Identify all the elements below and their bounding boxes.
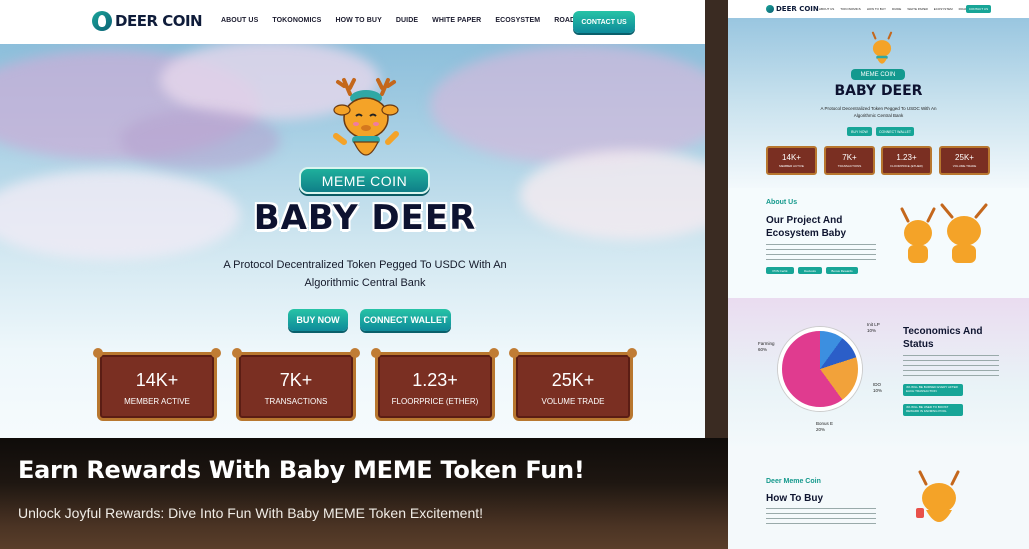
preview-nav-item: WHITE PAPER — [907, 7, 928, 11]
deer-mascot-icon — [333, 78, 399, 156]
tokenomics-pie-chart — [778, 327, 862, 411]
pie-label-init-lp: Init LP 10% — [867, 322, 880, 334]
pie-label-name: Farming — [758, 341, 775, 346]
about-title-line2: Ecosystem Baby — [766, 228, 847, 239]
contact-us-button[interactable]: CONTACT US — [573, 11, 635, 33]
hero-screen: DEER COIN ABOUT US TOKONOMICS HOW TO BUY… — [0, 0, 705, 438]
preview-hero-title: BABY DEER — [834, 83, 923, 99]
howtobuy-paragraph — [766, 508, 876, 526]
preview-meme-coin-badge: MEME COIN — [851, 69, 905, 80]
deer-mascot-icon — [916, 470, 960, 522]
stat-label: MEMBER ACTIVE — [779, 164, 804, 168]
stat-value: 1.23+ — [412, 370, 458, 390]
preview-logo-text: DEER COIN — [776, 5, 819, 13]
about-chip: Bonus Rewards — [826, 267, 858, 274]
stat-label: VOLUME TRADE — [952, 164, 977, 168]
about-paragraph — [766, 244, 876, 262]
pie-label-name: Init LP — [867, 322, 880, 327]
nav-item-ecosystem[interactable]: ECOSYSTEM — [495, 17, 540, 24]
stat-value: 14K+ — [135, 370, 179, 390]
pie-label-pct: 10% — [873, 388, 883, 393]
howtobuy-kicker: Deer Meme Coin — [766, 478, 821, 485]
deer-mascot-icon — [871, 31, 893, 64]
top-navbar: DEER COIN ABOUT US TOKONOMICS HOW TO BUY… — [0, 0, 705, 44]
buy-now-button[interactable]: BUY NOW — [288, 309, 348, 331]
preview-nav-item: ABOUT US — [819, 7, 835, 11]
hero-subtitle: A Protocol Decentralized Token Pegged To… — [223, 259, 507, 289]
stat-value: 7K+ — [279, 370, 313, 390]
stat-card-transactions: 7K+ TRANSACTIONS — [232, 348, 360, 421]
tokenomics-title-line2: Status — [903, 339, 934, 350]
preview-stat-card: 1.23+ FLOORPRICE (ETHER) — [881, 146, 932, 175]
preview-stat-card: 7K+ TRANSACTIONS — [824, 146, 875, 175]
stat-label: MEMBER ACTIVE — [124, 397, 190, 406]
logo-text: DEER COIN — [115, 12, 203, 30]
pie-label-pct: 60% — [758, 347, 768, 352]
stat-card-floorprice: 1.23+ FLOORPRICE (ETHER) — [371, 348, 499, 421]
pie-label-pct: 20% — [816, 427, 826, 432]
connect-wallet-button[interactable]: CONNECT WALLET — [360, 309, 451, 331]
nav-item-duide[interactable]: DUIDE — [396, 17, 418, 24]
stat-label: TRANSACTIONS — [837, 164, 862, 168]
stat-label: FLOORPRICE (ETHER) — [391, 397, 479, 406]
stat-label: FLOORPRICE (ETHER) — [890, 164, 923, 168]
stat-value: 25K+ — [551, 370, 595, 390]
stat-value: 1.23+ — [896, 153, 917, 162]
meme-coin-badge: MEME COIN — [299, 167, 430, 194]
stat-label: VOLUME TRADE — [541, 397, 605, 406]
deer-pair-mascot-icon — [900, 203, 988, 263]
preview-nav-item: TOKONOMICS — [840, 7, 861, 11]
preview-buy-button: BUY NOW — [847, 127, 872, 136]
stat-value: 14K+ — [782, 153, 801, 162]
site-logo[interactable]: DEER COIN — [92, 11, 203, 31]
hero-title: BABY DEER — [253, 198, 477, 238]
stat-card-volume: 25K+ VOLUME TRADE — [509, 348, 637, 421]
stat-card-members: 14K+ MEMBER ACTIVE — [93, 348, 221, 421]
stat-label: TRANSACTIONS — [264, 397, 328, 406]
preview-nav-item: ECOSYSTEM — [933, 7, 953, 11]
about-title-line1: Our Project And — [766, 215, 843, 226]
howtobuy-title: How To Buy — [766, 493, 824, 504]
preview-stat-card: 25K+ VOLUME TRADE — [939, 146, 990, 175]
pie-label-name: Bonus E — [816, 421, 834, 426]
tokenomics-chip-burn: 4% WILL BE BURNED EVERY AFTER EACH TRANS… — [903, 384, 963, 396]
deer-logo-icon — [92, 11, 112, 31]
preview-nav-item: DUIDE — [891, 7, 902, 11]
preview-stat-card: 14K+ MEMBER ACTIVE — [766, 146, 817, 175]
about-chip: POS Certik — [766, 267, 794, 274]
pie-label-pct: 10% — [867, 328, 877, 333]
screenshot-collage: DEER COIN ABOUT US TOKONOMICS HOW TO BUY… — [0, 0, 1029, 549]
tokenomics-chip-reward: 4% WILL BE USED TO BOOST REWARD IN FARMI… — [903, 404, 963, 416]
deer-logo-icon — [766, 5, 774, 13]
caption-tagline: Unlock Joyful Rewards: Dive Into Fun Wit… — [18, 505, 484, 521]
preview-nav-item: HOW TO BUY — [866, 7, 886, 11]
caption-band — [0, 438, 728, 549]
nav-item-tokonomics[interactable]: TOKONOMICS — [272, 17, 321, 24]
nav-menu: ABOUT US TOKONOMICS HOW TO BUY DUIDE WHI… — [221, 17, 607, 24]
pie-label-ido: IDO 10% — [873, 382, 882, 394]
cloud — [430, 45, 705, 165]
pie-label-bonus: Bonus E 20% — [816, 421, 833, 433]
caption-headline: Earn Rewards With Baby MEME Token Fun! — [18, 456, 585, 484]
preview-wallet-button: CONNECT WALLET — [876, 127, 914, 136]
preview-logo: DEER COIN — [766, 5, 819, 13]
nav-item-white-paper[interactable]: WHITE PAPER — [432, 17, 481, 24]
stat-value: 25K+ — [955, 153, 974, 162]
pie-label-name: IDO — [873, 382, 882, 387]
stat-value: 7K+ — [842, 153, 857, 162]
tokenomics-title-line1: Teconomics And — [903, 326, 983, 337]
full-page-preview: DEER COIN ABOUT US TOKONOMICS HOW TO BUY… — [728, 0, 1029, 549]
tokenomics-paragraph — [903, 355, 999, 377]
nav-item-how-to-buy[interactable]: HOW TO BUY — [335, 17, 381, 24]
cloud — [120, 110, 280, 170]
preview-contact-button: CONTACT US — [966, 5, 991, 13]
preview-nav-menu: ABOUT US TOKONOMICS HOW TO BUY DUIDE WHI… — [819, 7, 981, 11]
pie-label-farming: Farming 60% — [758, 341, 775, 353]
preview-hero-subtitle: A Protocol Decentralized Token Pegged To… — [820, 106, 937, 118]
nav-item-about[interactable]: ABOUT US — [221, 17, 258, 24]
about-chip: Dextools — [798, 267, 822, 274]
about-kicker: About Us — [766, 199, 798, 206]
